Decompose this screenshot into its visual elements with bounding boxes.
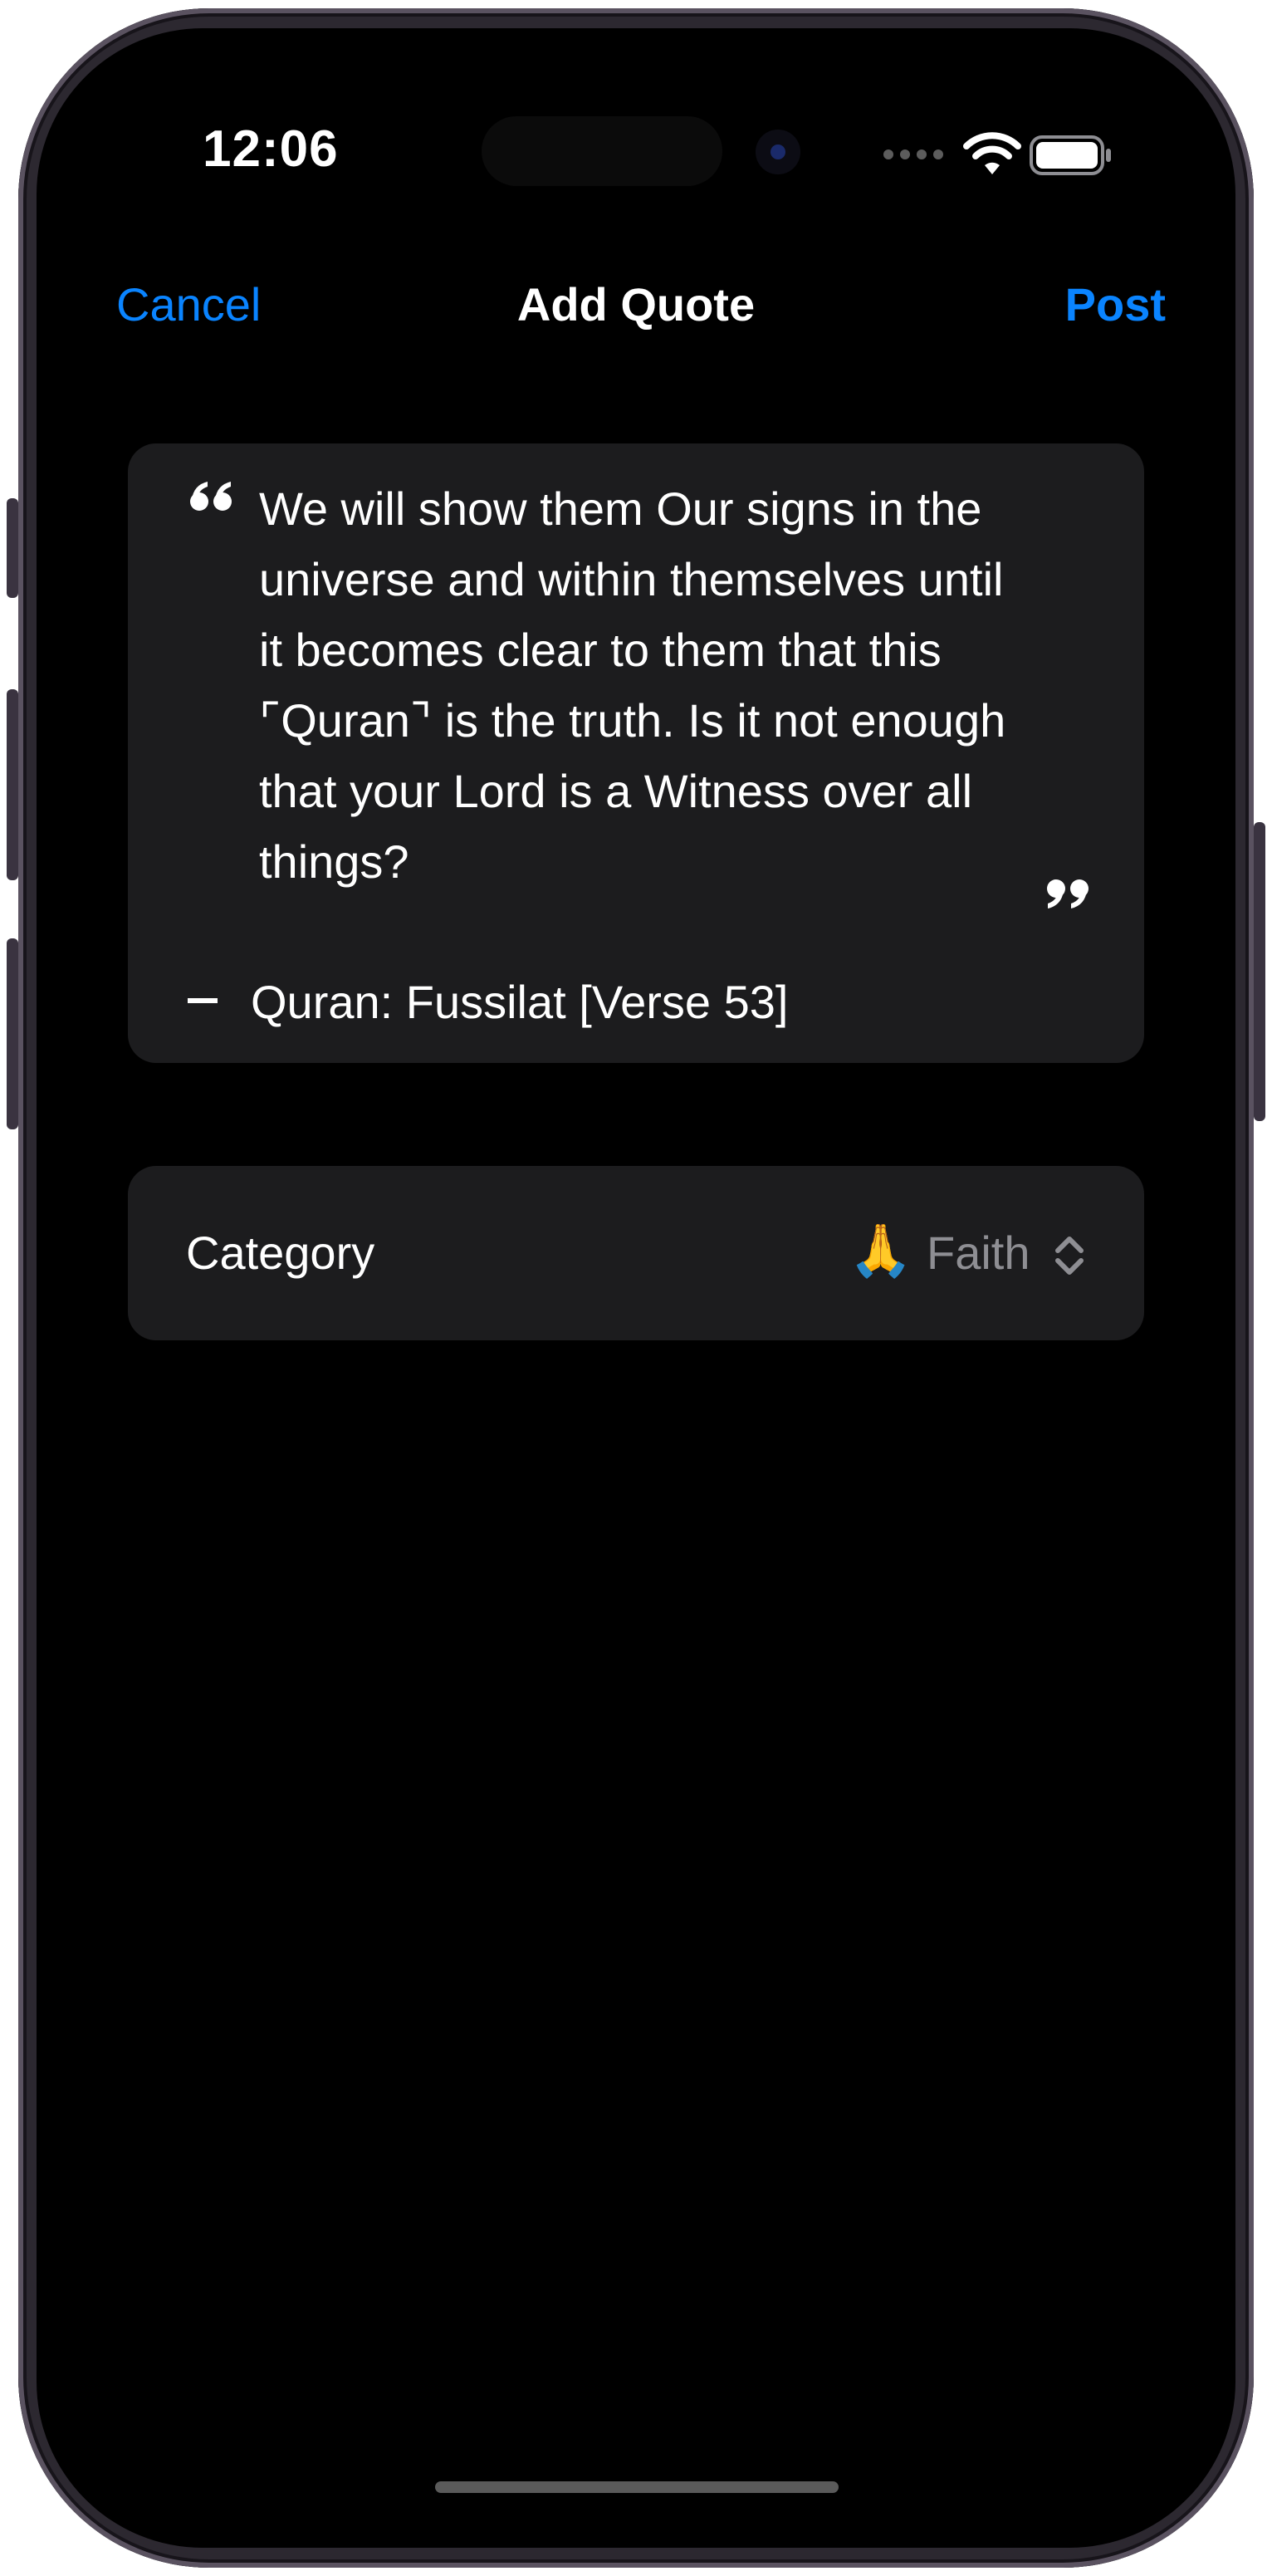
praying-hands-icon: 🙏: [849, 1222, 913, 1280]
status-time: 12:06: [203, 120, 339, 178]
quote-card[interactable]: We will show them Our signs in the unive…: [128, 443, 1144, 1063]
dynamic-island: [482, 116, 722, 186]
power-button: [1254, 822, 1265, 1121]
quote-text[interactable]: We will show them Our signs in the unive…: [259, 473, 1015, 897]
volume-down-button: [7, 938, 18, 1129]
close-quote-icon: [1047, 879, 1089, 908]
open-quote-icon: [190, 482, 232, 511]
home-indicator[interactable]: [435, 2481, 839, 2493]
page-title: Add Quote: [516, 278, 756, 331]
cellular-signal-icon: [883, 149, 943, 166]
category-value[interactable]: Faith: [927, 1226, 1030, 1280]
battery-icon: [1030, 135, 1111, 175]
screen: 12:06 Cancel Add Quote Post We will show…: [37, 28, 1235, 2548]
action-button: [7, 498, 18, 598]
category-picker[interactable]: Category 🙏 Faith: [128, 1166, 1144, 1340]
dash-icon: [188, 998, 218, 1003]
category-label: Category: [186, 1227, 375, 1279]
up-down-chevron-icon[interactable]: [1053, 1232, 1086, 1279]
volume-up-button: [7, 689, 18, 880]
wifi-icon: [963, 132, 1021, 174]
post-button[interactable]: Post: [1065, 277, 1166, 331]
camera-icon: [756, 130, 800, 174]
quote-source[interactable]: Quran: Fussilat [Verse 53]: [251, 975, 788, 1029]
